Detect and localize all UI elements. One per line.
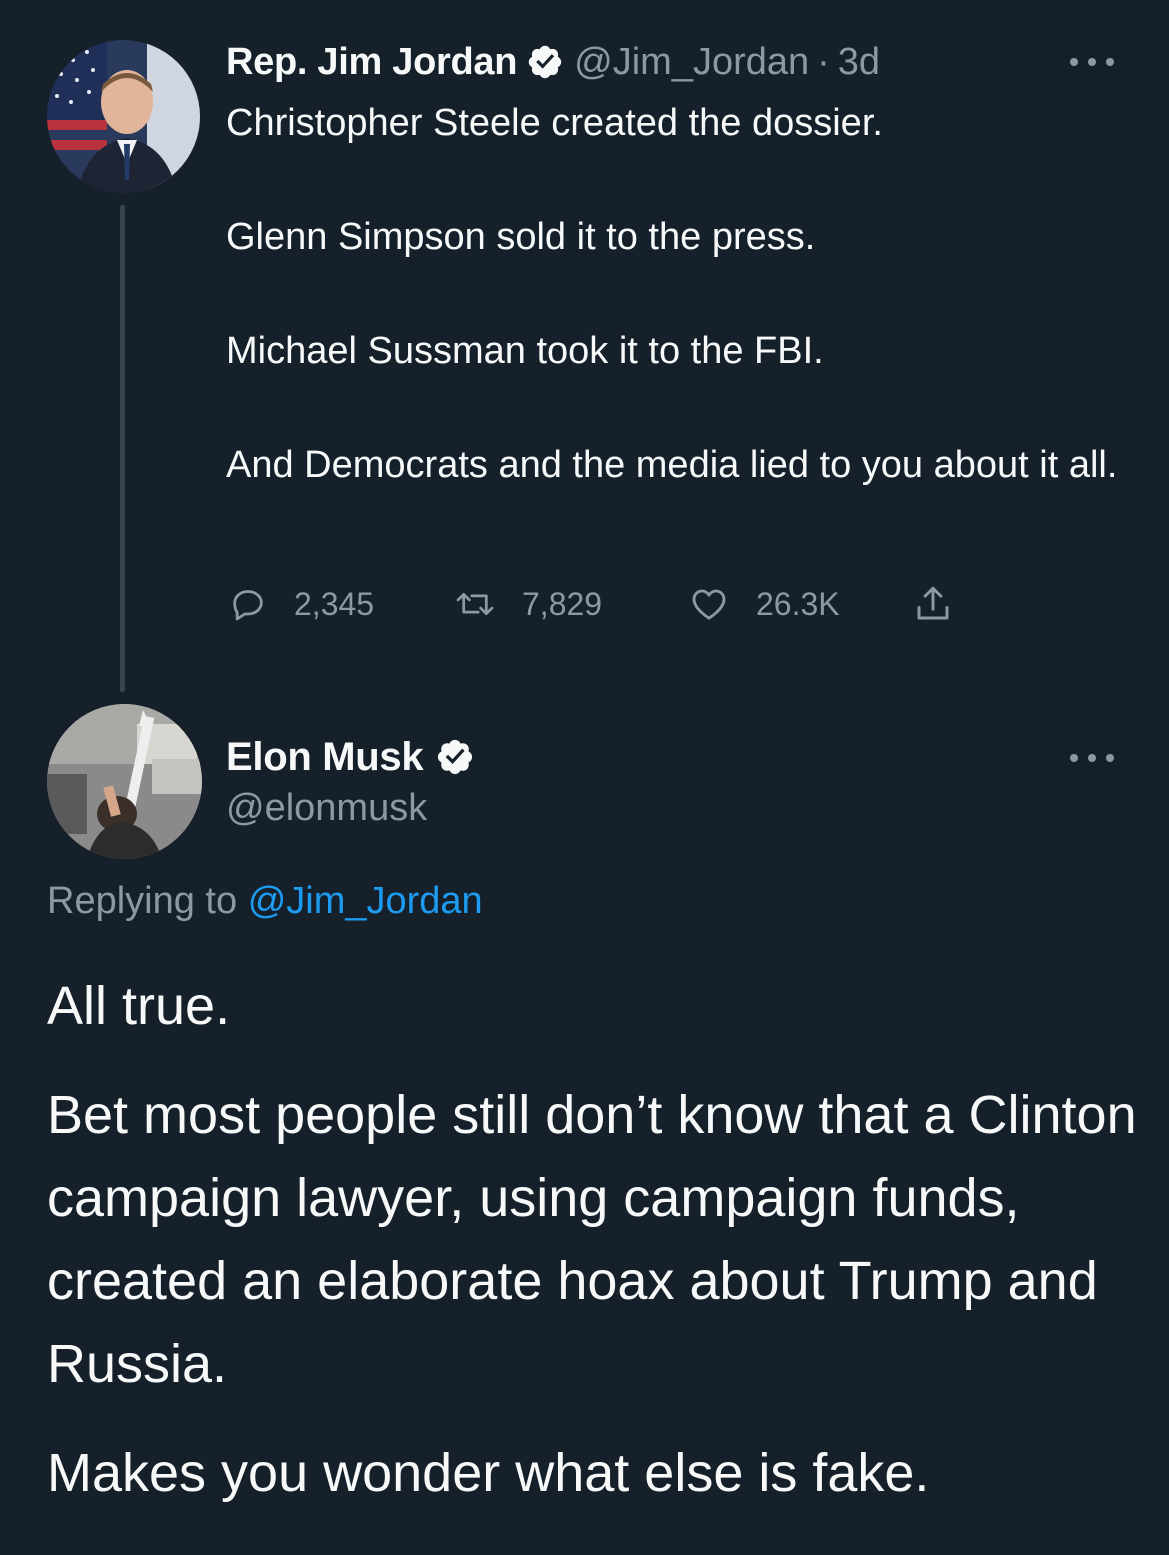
reply-bubble-icon <box>233 590 263 621</box>
tweet-paragraph: Makes you wonder what else is fake. <box>47 1443 930 1503</box>
display-name[interactable]: Elon Musk <box>226 735 424 780</box>
separator-dot: · <box>817 40 830 83</box>
reply-button[interactable]: 2,345 <box>228 580 374 628</box>
jordan-avatar-image <box>47 40 200 193</box>
retweet-icon <box>456 592 494 616</box>
tweet-header: Elon Musk <box>226 732 485 782</box>
verified-badge-icon <box>526 43 564 81</box>
reply-count: 2,345 <box>294 585 375 622</box>
more-options-icon[interactable] <box>1070 56 1114 68</box>
avatar[interactable] <box>47 40 200 193</box>
replying-to-label: Replying to <box>47 880 238 922</box>
parent-tweet[interactable]: Rep. Jim Jordan @Jim_Jordan · 3d Christo… <box>0 0 1169 700</box>
tweet-text: Christopher Steele created the dossier. … <box>226 96 1126 492</box>
display-name[interactable]: Rep. Jim Jordan <box>226 41 517 84</box>
tweet-paragraph: Bet most people still don’t know that a … <box>47 1085 1137 1394</box>
tweet-paragraph: Michael Sussman took it to the FBI. <box>226 330 824 372</box>
tweet-paragraph: Christopher Steele created the dossier. <box>226 102 883 144</box>
like-count: 26.3K <box>756 585 840 622</box>
replying-to-line: Replying to @Jim_Jordan <box>47 880 483 923</box>
like-button[interactable]: 26.3K <box>688 580 840 628</box>
tweet-paragraph: All true. <box>47 976 231 1036</box>
tweet-actions-bar: 2,345 7,829 26.3K <box>228 580 1028 628</box>
musk-avatar-image <box>47 704 202 859</box>
heart-icon <box>692 589 726 620</box>
avatar[interactable] <box>47 704 202 859</box>
share-button[interactable] <box>912 580 980 628</box>
replying-to-link[interactable]: @Jim_Jordan <box>248 880 483 922</box>
tweet-header: Rep. Jim Jordan @Jim_Jordan · 3d <box>226 38 880 86</box>
retweet-button[interactable]: 7,829 <box>454 580 602 628</box>
handle[interactable]: @elonmusk <box>226 787 427 830</box>
handle[interactable]: @Jim_Jordan <box>574 41 809 84</box>
tweet-paragraph: And Democrats and the media lied to you … <box>226 444 1118 486</box>
verified-badge-icon <box>435 737 475 777</box>
share-icon <box>917 586 949 620</box>
more-options-icon[interactable] <box>1070 752 1114 764</box>
tweet-paragraph: Glenn Simpson sold it to the press. <box>226 216 816 258</box>
timestamp[interactable]: 3d <box>838 41 880 84</box>
retweet-count: 7,829 <box>522 585 603 622</box>
tweet-text: All true. Bet most people still don’t kn… <box>47 965 1137 1515</box>
thread-connector-line <box>120 205 125 692</box>
